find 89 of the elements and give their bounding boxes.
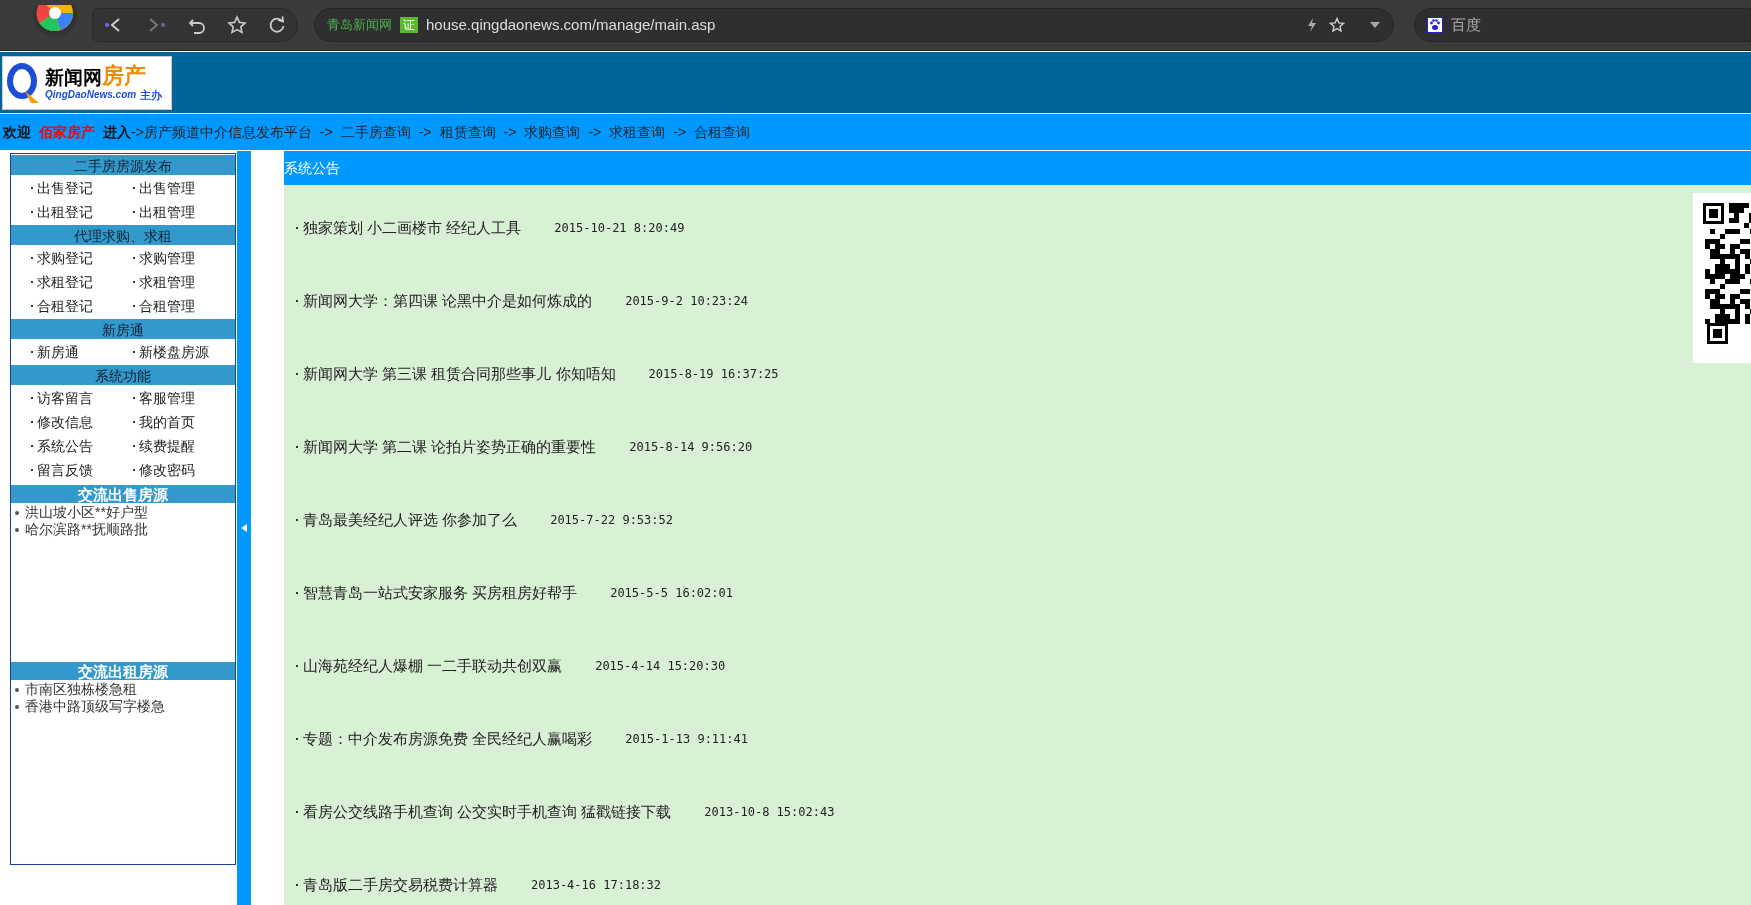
sidebar-link[interactable]: 我的首页 [139, 410, 195, 434]
sidebar-link[interactable]: 新房通 [37, 340, 79, 364]
notice-date: 2013-4-16 17:18:32 [531, 877, 662, 894]
collapse-arrow-icon[interactable] [241, 524, 247, 532]
sidebar-link[interactable]: 出售登记 [37, 176, 93, 200]
sidebar-link[interactable]: 求租登记 [37, 270, 93, 294]
certificate-badge: 证 [400, 17, 418, 33]
listing-link[interactable]: 香港中路顶级写字楼急 [25, 698, 165, 715]
search-field[interactable]: 百度 [1414, 8, 1751, 42]
section-header: 二手房房源发布 [11, 154, 235, 176]
sidebar-link[interactable]: 合租登记 [37, 294, 93, 318]
arrow-text: -> [131, 122, 144, 142]
notice-link[interactable]: 独家策划 小二画楼市 经纪人工具 [303, 217, 522, 240]
notice-date: 2015-9-2 10:23:24 [625, 293, 748, 310]
search-input[interactable]: 百度 [1451, 13, 1738, 37]
listing-link[interactable]: 市南区独栋楼急租 [25, 681, 137, 698]
sidebar-link[interactable]: 新楼盘房源 [139, 340, 209, 364]
nav-link[interactable]: 房产频道中介信息发布平台 [143, 121, 312, 143]
nav-link[interactable]: 求购查询 [524, 121, 581, 143]
sidebar-link[interactable]: 客服管理 [139, 386, 195, 410]
star-icon[interactable] [227, 15, 247, 35]
sidebar-link[interactable]: 求购登记 [37, 246, 93, 270]
url-text: house.qingdaonews.com/manage/main.asp [426, 14, 717, 35]
sidebar-link[interactable]: 留言反馈 [37, 458, 93, 482]
bullet-icon [15, 527, 19, 532]
notice-link[interactable]: 山海苑经纪人爆棚 一二手联动共创双赢 [303, 655, 563, 678]
sidebar-link[interactable]: 修改信息 [37, 410, 93, 434]
sidebar-link[interactable]: 求租管理 [139, 270, 195, 294]
notice-date: 2015-4-14 15:20:30 [595, 658, 726, 675]
arrow-text: -> [673, 122, 687, 142]
address-bar[interactable]: 青岛新闻网 证 house.qingdaonews.com/manage/main.asp [314, 8, 1394, 42]
sidebar-link[interactable]: 续费提醒 [139, 434, 195, 458]
section-header: 新房通 [11, 318, 235, 340]
sidebar-link[interactable]: 修改密码 [139, 458, 195, 482]
bullet-icon [15, 687, 19, 692]
nav-link[interactable]: 二手房查询 [340, 121, 411, 143]
arrow-text: -> [588, 122, 602, 142]
notice-link[interactable]: 看房公交线路手机查询 公交实时手机查询 猛戳链接下载 [303, 801, 672, 824]
nav-link[interactable]: 租赁查询 [439, 121, 496, 143]
section-header: 系统功能 [11, 364, 235, 386]
sidebar-link[interactable]: 访客留言 [37, 386, 93, 410]
logo-q-icon [7, 60, 41, 105]
logo-text: 新闻网 [45, 67, 102, 87]
site-logo[interactable]: 新闻网房产 QingDaoNews.com 主办 [2, 55, 172, 110]
bullet-icon [15, 510, 19, 515]
arrow-text: -> [319, 122, 333, 142]
notice-date: 2015-5-5 16:02:01 [610, 585, 733, 602]
nav-link[interactable]: 合租查询 [694, 121, 751, 143]
user-name: 佰家房产 [39, 122, 95, 142]
notice-link[interactable]: 专题：中介发布房源免费 全民经纪人赢喝彩 [303, 728, 593, 751]
notice-date: 2015-7-22 9:53:52 [550, 512, 673, 529]
sidebar-link[interactable]: 出租管理 [139, 200, 195, 224]
sidebar-link[interactable]: 系统公告 [37, 434, 93, 458]
nav-link[interactable]: 求租查询 [609, 121, 666, 143]
sidebar-link[interactable]: 出售管理 [139, 176, 195, 200]
bookmark-star-icon[interactable] [1329, 17, 1345, 33]
site-label: 青岛新闻网 [327, 16, 392, 35]
section-header: 交流出租房源 [11, 661, 235, 681]
welcome-text: 欢迎 [3, 122, 31, 142]
notice-date: 2013-10-8 15:02:43 [704, 804, 835, 821]
logo-domain: QingDaoNews.com [45, 89, 137, 101]
logo-accent-text: 房产 [102, 64, 146, 87]
logo-suffix: 主办 [140, 89, 163, 101]
bullet-icon [15, 704, 19, 709]
notice-link[interactable]: 新闻网大学 第三课 租赁合同那些事儿 你知唔知 [303, 363, 616, 386]
listing-link[interactable]: 哈尔滨路**抚顺路批 [25, 521, 148, 538]
reload-icon[interactable] [267, 15, 287, 35]
notice-date: 2015-8-14 9:56:20 [629, 439, 753, 456]
paw-icon [1427, 17, 1443, 33]
arrow-text: -> [418, 122, 432, 142]
notice-date: 2015-8-19 16:37:25 [648, 366, 779, 383]
notice-link[interactable]: 青岛版二手房交易税费计算器 [303, 874, 498, 897]
notice-link[interactable]: 新闻网大学 第二课 论拍片姿势正确的重要性 [303, 436, 597, 459]
listing-link[interactable]: 洪山坡小区**好户型 [25, 504, 148, 521]
dropdown-icon[interactable] [1369, 20, 1381, 30]
section-header: 交流出售房源 [11, 484, 235, 504]
section-header: 代理求购、求租 [11, 224, 235, 246]
sidebar-link[interactable]: 求购管理 [139, 246, 195, 270]
lightning-icon[interactable] [1307, 18, 1317, 32]
notice-date: 2015-1-13 9:11:41 [625, 731, 748, 748]
notice-title-bar: 系统公告 [284, 151, 1751, 185]
notice-link[interactable]: 新闻网大学：第四课 论黑中介是如何炼成的 [303, 290, 593, 313]
enter-text: 进入 [103, 122, 131, 142]
notice-link[interactable]: 智慧青岛一站式安家服务 买房租房好帮手 [303, 582, 578, 605]
arrow-text: -> [503, 122, 517, 142]
sidebar-link[interactable]: 合租管理 [139, 294, 195, 318]
sidebar-link[interactable]: 出租登记 [37, 200, 93, 224]
notice-link[interactable]: 青岛最美经纪人评选 你参加了么 [303, 509, 518, 532]
notice-date: 2015-10-21 8:20:49 [554, 220, 685, 237]
